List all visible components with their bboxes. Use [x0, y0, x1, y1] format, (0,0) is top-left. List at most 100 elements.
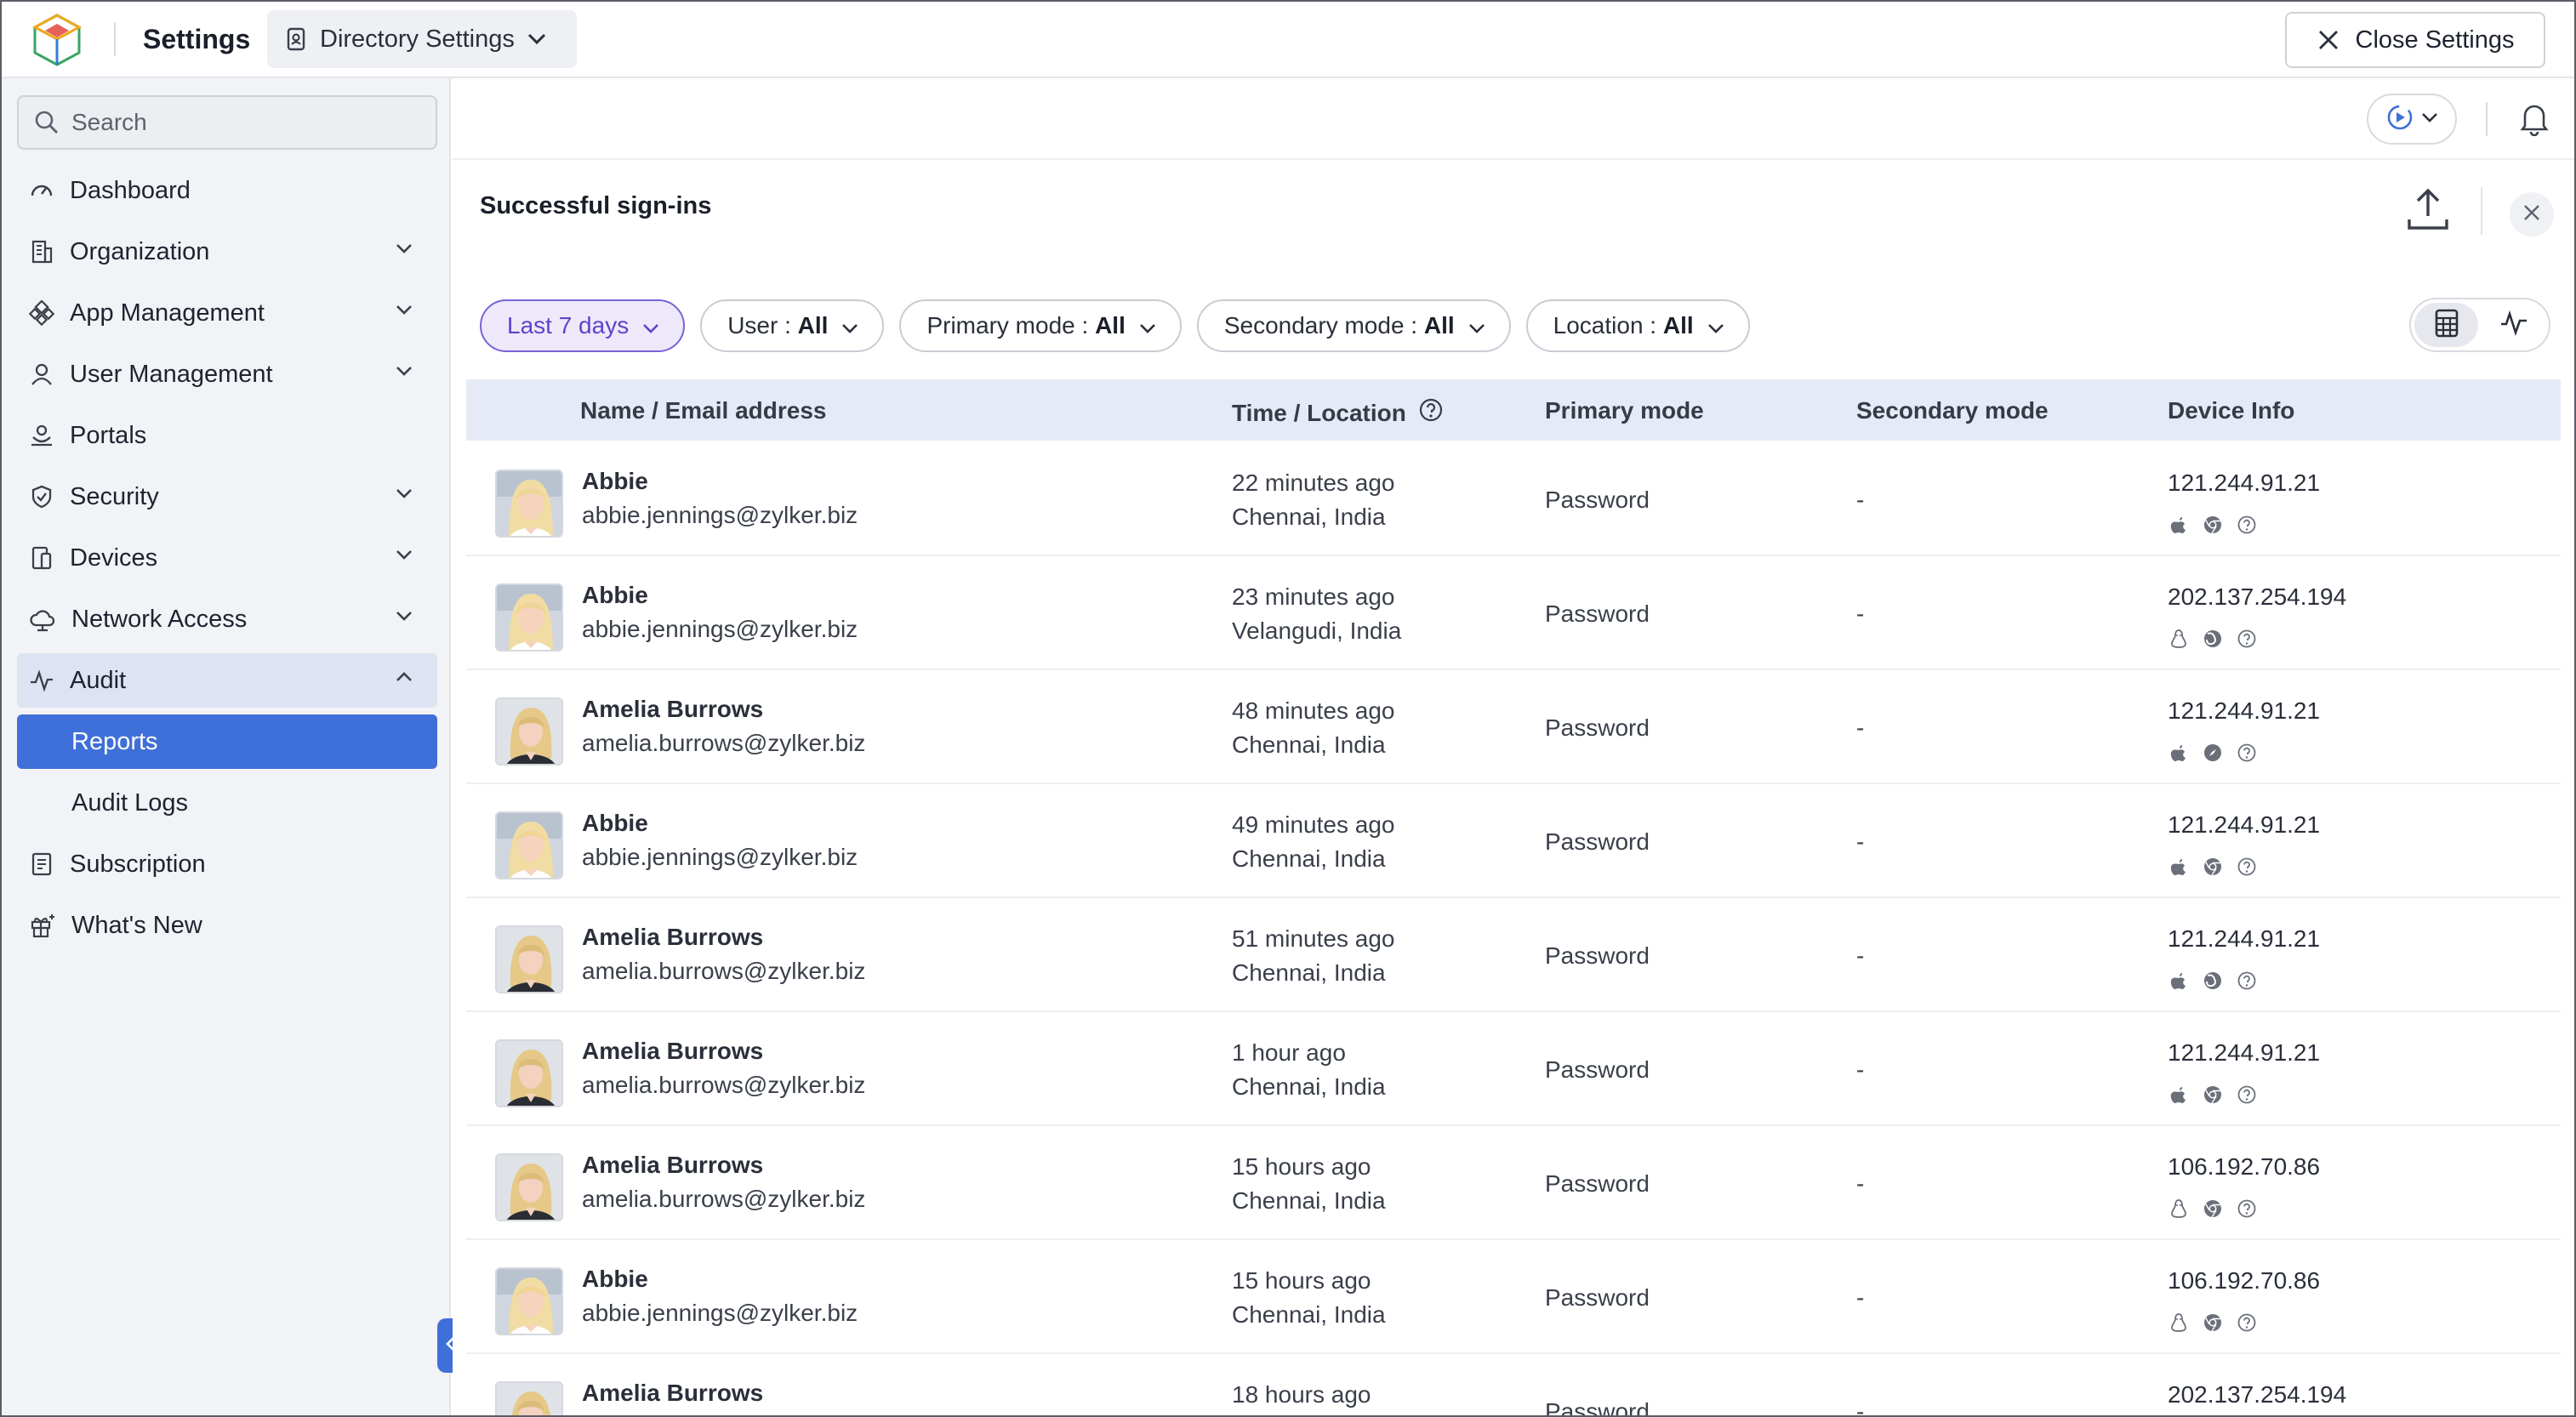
table-row[interactable]: Abbie abbie.jennings@zylker.biz 22 minut… — [466, 442, 2561, 556]
chart-view-button[interactable] — [2482, 303, 2545, 347]
help-icon[interactable] — [2236, 1084, 2258, 1106]
help-icon[interactable] — [2236, 742, 2258, 764]
avatar-amelia — [495, 697, 563, 765]
help-icon[interactable] — [2236, 628, 2258, 650]
column-header-secondary-mode[interactable]: Secondary mode — [1856, 397, 2049, 424]
help-icon[interactable] — [2236, 856, 2258, 878]
secondary-mode-filter[interactable]: Secondary mode : All — [1196, 299, 1511, 352]
table-row[interactable]: Amelia Burrows amelia.burrows@zylker.biz… — [466, 1126, 2561, 1240]
secondary-mode-value: - — [1856, 1170, 1865, 1197]
help-icon[interactable] — [2236, 514, 2258, 536]
user-filter-label: User : All — [727, 312, 829, 339]
primary-mode-filter[interactable]: Primary mode : All — [899, 299, 1182, 352]
sidebar-item-portals[interactable]: Portals — [17, 408, 437, 463]
device-ip: 121.244.91.21 — [2168, 1039, 2321, 1066]
column-header-name[interactable]: Name / Email address — [580, 397, 826, 424]
table-row[interactable]: Amelia Burrows amelia.burrows@zylker.biz… — [466, 1354, 2561, 1417]
title-divider — [2481, 187, 2482, 235]
table-row[interactable]: Amelia Burrows amelia.burrows@zylker.biz… — [466, 1012, 2561, 1126]
directory-settings-dropdown[interactable]: Directory Settings — [267, 10, 577, 68]
user-name: Amelia Burrows — [582, 1038, 764, 1064]
primary-mode-value: Password — [1545, 1398, 1650, 1417]
notifications-bell-icon[interactable] — [2518, 100, 2550, 140]
device-ip: 202.137.254.194 — [2168, 1381, 2347, 1408]
location-filter[interactable]: Location : All — [1525, 299, 1750, 352]
chevron-down-icon — [395, 365, 413, 381]
chevron-down-icon — [395, 242, 413, 259]
signin-time: 15 hours ago — [1232, 1267, 1371, 1294]
user-email: abbie.jennings@zylker.biz — [582, 844, 858, 870]
primary-mode-value: Password — [1545, 714, 1650, 741]
sidebar-item-subscription[interactable]: Subscription — [17, 837, 437, 891]
report-title: Successful sign-ins — [480, 192, 712, 219]
sidebar-item-audit[interactable]: Audit — [17, 653, 437, 708]
device-ip: 121.244.91.21 — [2168, 469, 2321, 496]
close-report-button[interactable] — [2510, 192, 2554, 236]
apple-icon — [2168, 856, 2190, 878]
table-row[interactable]: Amelia Burrows amelia.burrows@zylker.biz… — [466, 898, 2561, 1012]
primary-mode-filter-label: Primary mode : All — [926, 312, 1126, 339]
sidebar-item-user-management[interactable]: User Management — [17, 347, 437, 401]
device-ip: 106.192.70.86 — [2168, 1267, 2321, 1294]
user-name: Amelia Burrows — [582, 924, 764, 950]
search-input[interactable] — [71, 109, 412, 136]
table-row[interactable]: Abbie abbie.jennings@zylker.biz 23 minut… — [466, 556, 2561, 670]
signin-time: 22 minutes ago — [1232, 469, 1395, 496]
chrome-icon — [2202, 856, 2224, 878]
signin-location: Chennai, India — [1232, 1301, 1386, 1328]
device-ip: 121.244.91.21 — [2168, 925, 2321, 952]
sidebar-nav: Dashboard Organization App Management Us… — [17, 163, 437, 959]
help-icon[interactable] — [1418, 397, 1444, 429]
sidebar-item-audit-logs[interactable]: Audit Logs — [17, 776, 437, 830]
view-toggle — [2409, 298, 2550, 352]
column-header-time[interactable]: Time / Location — [1232, 397, 1444, 429]
table-view-button[interactable] — [2414, 303, 2478, 347]
column-header-primary-mode[interactable]: Primary mode — [1545, 397, 1704, 424]
signin-location: Chennai, India — [1232, 731, 1386, 758]
firefox-icon — [2202, 628, 2224, 650]
sidebar-item-whats-new[interactable]: What's New — [17, 898, 437, 953]
user-email: amelia.burrows@zylker.biz — [582, 1072, 866, 1098]
signin-location: Chennai, India — [1232, 504, 1386, 530]
export-icon[interactable] — [2406, 185, 2450, 237]
search-box[interactable] — [17, 95, 437, 150]
cloud-icon — [29, 606, 56, 632]
secondary-mode-value: - — [1856, 828, 1865, 855]
chevron-down-icon — [841, 312, 858, 339]
device-ip: 121.244.91.21 — [2168, 811, 2321, 838]
help-icon[interactable] — [2236, 1198, 2258, 1220]
help-icon[interactable] — [2236, 970, 2258, 992]
app-logo-icon — [31, 12, 83, 68]
sidebar-item-organization[interactable]: Organization — [17, 225, 437, 279]
table-row[interactable]: Amelia Burrows amelia.burrows@zylker.biz… — [466, 670, 2561, 784]
device-icons — [2168, 970, 2258, 992]
user-name: Amelia Burrows — [582, 1152, 764, 1178]
assist-dropdown-button[interactable] — [2367, 94, 2457, 145]
sidebar-item-devices[interactable]: Devices — [17, 531, 437, 585]
sidebar-item-network-access[interactable]: Network Access — [17, 592, 437, 646]
sidebar-item-security[interactable]: Security — [17, 469, 437, 524]
close-settings-label: Close Settings — [2355, 26, 2515, 54]
receipt-icon — [29, 851, 54, 877]
device-icons — [2168, 856, 2258, 878]
column-header-device-info[interactable]: Device Info — [2168, 397, 2294, 424]
avatar-amelia — [495, 925, 563, 993]
help-icon[interactable] — [2236, 1312, 2258, 1334]
main-header — [453, 78, 2574, 160]
sidebar-item-app-management[interactable]: App Management — [17, 286, 437, 340]
sidebar-item-dashboard[interactable]: Dashboard — [17, 163, 437, 218]
signin-time: 23 minutes ago — [1232, 583, 1395, 610]
app-title: Settings — [143, 24, 251, 54]
sidebar-item-label: App Management — [70, 299, 265, 327]
period-filter[interactable]: Last 7 days — [480, 299, 686, 352]
sidebar-item-reports[interactable]: Reports — [17, 714, 437, 769]
table-row[interactable]: Abbie abbie.jennings@zylker.biz 49 minut… — [466, 784, 2561, 898]
user-email: amelia.burrows@zylker.biz — [582, 1186, 866, 1212]
user-filter[interactable]: User : All — [700, 299, 885, 352]
signin-time: 18 hours ago — [1232, 1381, 1371, 1408]
apple-icon — [2168, 970, 2190, 992]
secondary-mode-value: - — [1856, 487, 1865, 513]
close-settings-button[interactable]: Close Settings — [2285, 12, 2545, 68]
avatar-abbie — [495, 811, 563, 879]
table-row[interactable]: Abbie abbie.jennings@zylker.biz 15 hours… — [466, 1240, 2561, 1354]
